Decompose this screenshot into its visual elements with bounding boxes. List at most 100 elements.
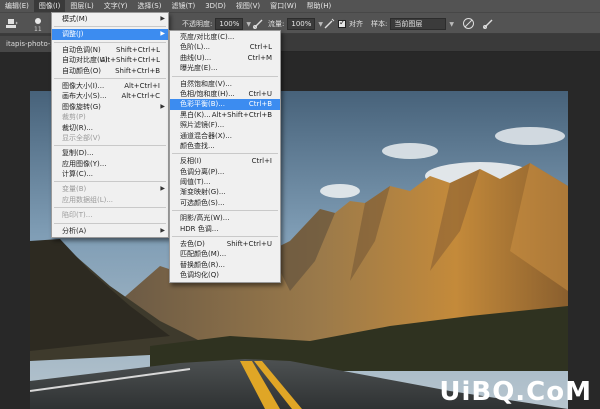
pressure-size-icon[interactable]: [482, 17, 495, 30]
align-checkbox[interactable]: [338, 18, 346, 28]
image-menu-item-label: 调整(J): [62, 30, 84, 39]
menu-image[interactable]: 图像(I): [33, 0, 66, 12]
adjust-menu-item-曝光度[interactable]: 曝光度(E)...: [170, 63, 280, 73]
adjust-menu-item-通道混合器[interactable]: 通道混合器(X)...: [170, 131, 280, 141]
menu-separator: [54, 26, 166, 28]
menu-view[interactable]: 视图(V): [231, 0, 265, 12]
ignore-adjustment-layers-icon[interactable]: [462, 17, 475, 30]
image-menu-item-调整[interactable]: 调整(J) ▶: [52, 29, 168, 40]
image-menu-item-画布大小[interactable]: 画布大小(S)... Alt+Ctrl+C: [52, 91, 168, 101]
sample-group: 样本: 当前图层 ▼: [371, 17, 454, 31]
adjust-menu-item-label: 反相(I): [180, 157, 202, 166]
adjust-menu-item-反相[interactable]: 反相(I) Ctrl+I: [170, 156, 280, 166]
adjust-menu-item-label: 亮度/对比度(C)...: [180, 33, 235, 41]
image-menu-item-陷印: 陷印(T)...: [52, 210, 168, 220]
image-menu-item-label: 图像大小(I)...: [62, 81, 105, 90]
adjust-menu-item-hdr-色调[interactable]: HDR 色调...: [170, 224, 280, 234]
submenu-arrow-icon: ▶: [160, 102, 165, 110]
menu-separator: [54, 41, 166, 43]
submenu-arrow-icon: ▶: [160, 30, 165, 38]
image-menu-item-变量: 变量(B) ▶: [52, 184, 168, 194]
image-menu-item-label: 自动颜色(O): [62, 66, 101, 75]
image-menu-item-分析[interactable]: 分析(A) ▶: [52, 226, 168, 236]
adjust-menu-item-色调均化[interactable]: 色调均化(Q): [170, 270, 280, 280]
shortcut-text: Shift+Ctrl+L: [116, 45, 160, 54]
adjust-menu-item-label: 色阶(L)...: [180, 43, 211, 52]
airbrush-icon[interactable]: [323, 18, 335, 30]
image-menu-item-应用数据组: 应用数据组(L)...: [52, 195, 168, 205]
adjust-menu-item-匹配颜色[interactable]: 匹配颜色(M)...: [170, 249, 280, 259]
adjust-menu-item-label: 色调均化(Q): [180, 271, 219, 280]
menu-separator: [54, 222, 166, 224]
menu-3d[interactable]: 3D(D): [200, 0, 231, 12]
sample-select[interactable]: 当前图层: [390, 18, 447, 30]
chevron-down-icon[interactable]: ▼: [449, 21, 454, 28]
adjust-menu-item-替换颜色[interactable]: 替换颜色(R)...: [170, 260, 280, 270]
chevron-down-icon[interactable]: ▼: [246, 21, 251, 28]
image-menu-item-裁切[interactable]: 裁切(R)...: [52, 123, 168, 133]
image-menu-item-自动颜色[interactable]: 自动颜色(O) Shift+Ctrl+B: [52, 66, 168, 76]
menu-edit[interactable]: 编辑(E): [0, 0, 34, 12]
menu-type[interactable]: 文字(Y): [99, 0, 133, 12]
brush-preset-icon[interactable]: [34, 17, 42, 25]
image-menu-item-图像大小[interactable]: 图像大小(I)... Alt+Ctrl+I: [52, 81, 168, 91]
adjust-menu-item-阈值[interactable]: 阈值(T)...: [170, 177, 280, 187]
adjust-menu-item-颜色查找[interactable]: 颜色查找...: [170, 141, 280, 151]
menu-separator: [54, 145, 166, 147]
flow-group: 流量: 100% ▼: [268, 17, 323, 31]
image-menu-item-应用图像[interactable]: 应用图像(Y)...: [52, 159, 168, 169]
adjust-menu-item-色彩平衡[interactable]: 色彩平衡(B)... Ctrl+B: [170, 99, 280, 110]
adjust-menu-item-曲线[interactable]: 曲线(U)... Ctrl+M: [170, 53, 280, 63]
adjust-menu-item-label: 去色(D): [180, 240, 205, 249]
adjust-menu-item-label: 黑白(K)...: [180, 110, 211, 119]
adjust-menu-item-色相-饱和度[interactable]: 色相/饱和度(H)... Ctrl+U: [170, 89, 280, 99]
image-menu-item-计算[interactable]: 计算(C)...: [52, 169, 168, 179]
image-menu-item-自动对比度[interactable]: 自动对比度(U) Alt+Shift+Ctrl+L: [52, 55, 168, 65]
shortcut-text: Shift+Ctrl+B: [115, 66, 160, 75]
flow-field[interactable]: 100%: [287, 18, 316, 30]
image-menu-item-label: 陷印(T)...: [62, 211, 93, 220]
adjust-menu-item-色阶[interactable]: 色阶(L)... Ctrl+L: [170, 42, 280, 52]
image-menu-item-label: 分析(A): [62, 226, 87, 235]
adjust-menu-item-自然饱和度[interactable]: 自然饱和度(V)...: [170, 79, 280, 89]
adjust-menu-item-可选颜色[interactable]: 可选颜色(S)...: [170, 198, 280, 208]
opacity-field[interactable]: 100%: [215, 18, 244, 30]
clone-stamp-icon[interactable]: [4, 17, 18, 31]
adjust-menu-item-亮度-对比度[interactable]: 亮度/对比度(C)...: [170, 32, 280, 42]
shortcut-text: Ctrl+B: [248, 100, 272, 109]
adjust-menu-item-色调分离[interactable]: 色调分离(P)...: [170, 167, 280, 177]
image-menu-dropdown: 模式(M) ▶ 调整(J) ▶ 自动色调(N) Shift+Ctrl+L 自动对比度(U) A…: [51, 12, 169, 239]
adjust-menu-item-label: 阈值(T)...: [180, 178, 211, 187]
opacity-label: 不透明度:: [182, 20, 213, 28]
shortcut-text: Alt+Ctrl+C: [121, 92, 160, 101]
menu-help[interactable]: 帮助(H): [302, 0, 337, 12]
adjust-menu-item-黑白[interactable]: 黑白(K)... Alt+Shift+Ctrl+B: [170, 110, 280, 120]
pressure-opacity-icon[interactable]: [252, 18, 264, 30]
adjust-menu-item-label: 替换颜色(R)...: [180, 260, 226, 269]
adjust-menu-item-渐变映射[interactable]: 渐变映射(G)...: [170, 187, 280, 197]
adjust-menu-item-去色[interactable]: 去色(D) Shift+Ctrl+U: [170, 239, 280, 249]
image-menu-item-裁剪: 裁剪(P): [52, 112, 168, 122]
image-menu-item-图像旋转[interactable]: 图像旋转(G) ▶: [52, 102, 168, 112]
sample-label: 样本:: [371, 20, 388, 28]
menu-layer[interactable]: 图层(L): [65, 0, 98, 12]
shortcut-text: Alt+Shift+Ctrl+L: [100, 56, 160, 65]
image-menu-item-label: 变量(B): [62, 185, 87, 194]
menu-select[interactable]: 选择(S): [133, 0, 167, 12]
menu-separator: [54, 181, 166, 183]
image-menu-item-label: 裁切(R)...: [62, 123, 94, 132]
image-menu-item-模式[interactable]: 模式(M) ▶: [52, 14, 168, 24]
menu-window[interactable]: 窗口(W): [265, 0, 301, 12]
image-menu-item-label: 应用图像(Y)...: [62, 159, 107, 168]
brush-size: 11: [34, 26, 42, 33]
menu-separator: [172, 236, 278, 238]
adjust-menu-item-label: HDR 色调...: [180, 224, 219, 233]
shortcut-text: Alt+Ctrl+I: [124, 81, 160, 90]
adjust-menu-item-照片滤镜[interactable]: 照片滤镜(F)...: [170, 120, 280, 130]
image-menu-item-自动色调[interactable]: 自动色调(N) Shift+Ctrl+L: [52, 45, 168, 55]
image-menu-item-复制[interactable]: 复制(D)...: [52, 148, 168, 158]
menu-filter[interactable]: 滤镜(T): [166, 0, 200, 12]
image-menu-item-label: 应用数据组(L)...: [62, 195, 114, 204]
adjust-menu-item-label: 色相/饱和度(H)...: [180, 89, 235, 98]
adjust-menu-item-阴影-高光[interactable]: 阴影/高光(W)...: [170, 213, 280, 223]
